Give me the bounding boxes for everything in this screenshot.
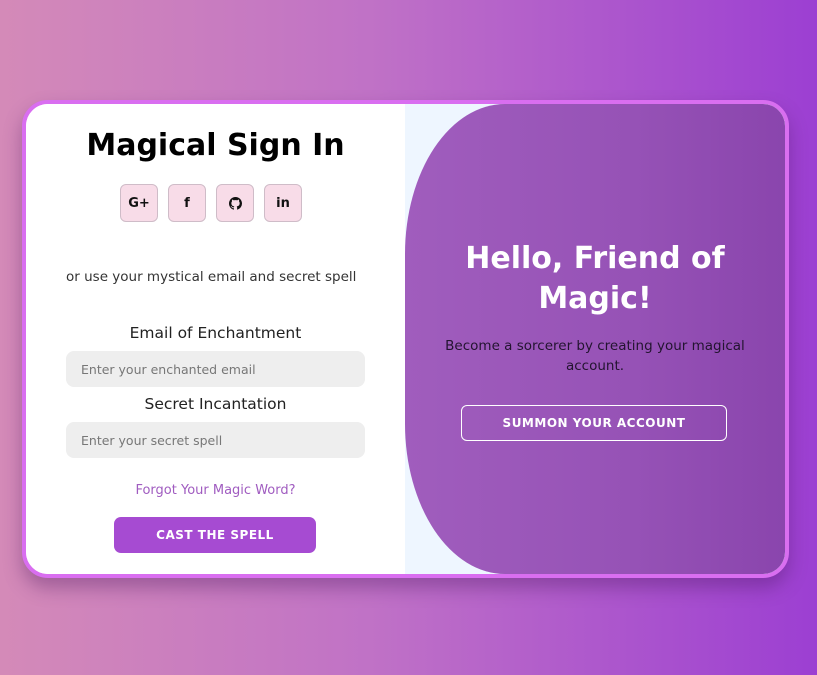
sign-in-title: Magical Sign In	[86, 128, 345, 163]
auth-card: Magical Sign In G+ f in or use your myst…	[22, 100, 789, 578]
google-plus-icon: G+	[128, 195, 150, 211]
github-button[interactable]	[216, 184, 254, 222]
social-buttons: G+ f in	[120, 184, 302, 222]
password-field[interactable]	[66, 422, 365, 458]
sign-in-button[interactable]: CAST THE SPELL	[114, 517, 316, 553]
linkedin-button[interactable]: in	[264, 184, 302, 222]
overlay-text: Become a sorcerer by creating your magic…	[445, 338, 745, 374]
sign-in-panel: Magical Sign In G+ f in or use your myst…	[26, 104, 405, 574]
facebook-button[interactable]: f	[168, 184, 206, 222]
overlay-panel: Hello, Friend of Magic! Become a sorcere…	[405, 104, 785, 574]
github-icon	[228, 196, 242, 210]
password-label: Secret Incantation	[144, 395, 287, 413]
sign-up-button[interactable]: SUMMON YOUR ACCOUNT	[461, 405, 727, 441]
email-field[interactable]	[66, 351, 365, 387]
google-plus-button[interactable]: G+	[120, 184, 158, 222]
linkedin-icon: in	[276, 195, 290, 211]
alternative-sign-in-text: or use your mystical email and secret sp…	[66, 269, 357, 285]
forgot-password-link[interactable]: Forgot Your Magic Word?	[26, 483, 405, 498]
email-label: Email of Enchantment	[129, 324, 302, 342]
overlay-title: Hello, Friend of Magic!	[465, 241, 725, 316]
overlay-shape: Hello, Friend of Magic! Become a sorcere…	[405, 104, 785, 574]
facebook-icon: f	[184, 195, 190, 211]
